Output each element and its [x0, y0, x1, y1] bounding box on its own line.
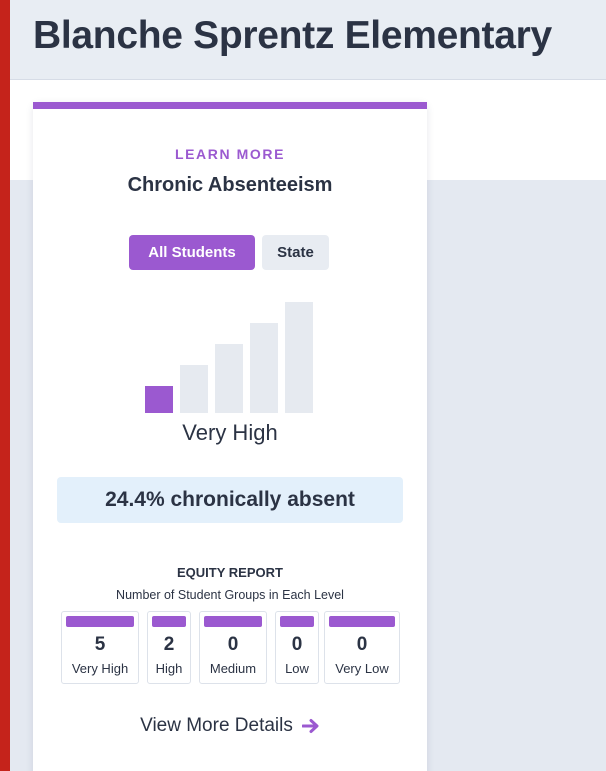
group-count: 0	[356, 634, 368, 655]
equity-level-high: 2 High	[147, 611, 191, 684]
tab-state[interactable]: State	[262, 235, 329, 270]
learn-more-label: LEARN MORE	[174, 146, 286, 162]
level-bar	[180, 365, 208, 413]
level-strip	[329, 616, 395, 627]
equity-report-subtitle: Number of Student Groups in Each Level	[116, 588, 344, 602]
level-name: Very High	[71, 661, 129, 676]
equity-report-title: EQUITY REPORT	[177, 565, 283, 580]
tab-all-students[interactable]: All Students	[129, 235, 255, 270]
group-count: 0	[227, 634, 239, 655]
level-name: High	[155, 661, 183, 676]
level-strip	[280, 616, 314, 627]
level-name: Low	[285, 661, 309, 676]
level-name: Very Low	[335, 661, 389, 676]
group-count: 0	[291, 634, 303, 655]
level-bar	[250, 323, 278, 413]
level-bar	[145, 386, 173, 413]
absence-rate: 24.4% chronically absent	[57, 477, 403, 523]
view-more-details-label: View More Details	[140, 715, 293, 736]
level-strip	[66, 616, 134, 627]
level-name: Medium	[209, 661, 257, 676]
level-bar	[285, 302, 313, 413]
level-label: Very High	[182, 420, 278, 445]
card-title: Chronic Absenteeism	[127, 174, 333, 196]
group-count: 2	[163, 634, 175, 655]
arrow-right-icon	[301, 718, 320, 734]
equity-level-medium: 0 Medium	[199, 611, 267, 684]
card-accent-bar	[33, 102, 427, 109]
equity-level-low: 0 Low	[275, 611, 319, 684]
level-strip	[204, 616, 262, 627]
card-content: LEARN MORE Chronic Absenteeism All Stude…	[33, 0, 427, 771]
equity-level-very-high: 5 Very High	[61, 611, 139, 684]
level-bar	[215, 344, 243, 413]
group-count: 5	[94, 634, 106, 655]
level-strip	[152, 616, 186, 627]
equity-level-very-low: 0 Very Low	[324, 611, 400, 684]
view-more-details-link[interactable]: View More Details	[33, 715, 427, 737]
